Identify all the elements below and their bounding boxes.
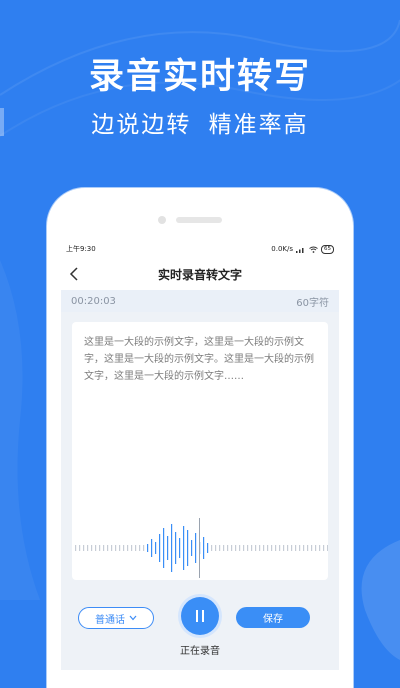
wifi-icon: [309, 246, 318, 253]
chevron-down-icon: [129, 615, 137, 621]
waveform-bar: [243, 545, 245, 551]
nav-bar: 实时录音转文字: [61, 258, 339, 290]
waveform-bar: [135, 545, 137, 551]
waveform-bar: [163, 528, 165, 568]
waveform-bar: [247, 545, 249, 551]
language-select-button[interactable]: 普通话: [78, 607, 154, 629]
waveform-bar: [267, 545, 269, 551]
waveform-bar: [191, 540, 193, 556]
waveform-bar: [115, 545, 117, 551]
waveform-bar: [95, 545, 97, 551]
waveform-bar: [131, 545, 133, 551]
waveform-bar: [155, 542, 157, 554]
waveform-bar: [87, 545, 89, 551]
waveform-bar: [83, 545, 85, 551]
waveform-bar: [311, 545, 313, 551]
waveform-bar: [151, 539, 153, 557]
waveform-bar: [275, 545, 277, 551]
waveform-bar: [259, 545, 261, 551]
pause-icon-bar-left: [196, 610, 198, 622]
waveform-bar: [223, 545, 225, 551]
recording-status-label: 正在录音: [180, 646, 220, 657]
playhead-line: [199, 518, 200, 578]
waveform-bar: [327, 545, 328, 551]
waveform-bar: [219, 545, 221, 551]
waveform-bar: [183, 526, 185, 570]
waveform-bar: [99, 545, 101, 551]
waveform-bar: [295, 545, 297, 551]
transcript-card: 这里是一大段的示例文字，这里是一大段的示例文字，这里是一大段的示例文字。这里是一…: [72, 322, 328, 580]
waveform-bar: [215, 545, 217, 551]
content-area: 这里是一大段的示例文字，这里是一大段的示例文字，这里是一大段的示例文字。这里是一…: [61, 312, 339, 670]
status-time: 上午9:30: [66, 245, 96, 253]
waveform-bar: [143, 545, 145, 551]
phone-speaker: [176, 217, 222, 223]
waveform-bar: [279, 545, 281, 551]
waveform-bar: [319, 545, 321, 551]
waveform-bar: [255, 545, 257, 551]
back-arrow-icon[interactable]: [69, 267, 81, 281]
waveform-bar: [299, 545, 301, 551]
phone-camera: [158, 216, 166, 224]
status-bar: 上午9:30 0.0K/s 65: [61, 240, 339, 258]
waveform-bar: [91, 545, 93, 551]
recording-duration: 00:20:03: [71, 295, 116, 307]
hero-subtitle: 边说边转 精准率高: [91, 112, 309, 138]
waveform-bar: [251, 545, 253, 551]
waveform-bar: [139, 545, 141, 551]
phone-screen: 上午9:30 0.0K/s 65 实时录音转文字 00:20:03 60字符 这…: [61, 240, 339, 670]
waveform-bar: [231, 545, 233, 551]
waveform-bar: [315, 545, 317, 551]
waveform-bar: [171, 524, 173, 572]
waveform-bar: [119, 545, 121, 551]
waveform-bar: [175, 532, 177, 564]
waveform-bar: [107, 545, 109, 551]
waveform-bar: [323, 545, 325, 551]
waveform-bar: [127, 545, 129, 551]
waveform-bar: [79, 545, 81, 551]
waveform-bar: [283, 545, 285, 551]
waveform-bar: [203, 537, 205, 559]
page-title: 实时录音转文字: [157, 267, 242, 282]
waveform-bar: [159, 534, 161, 562]
signal-icon: [296, 247, 304, 253]
waveform-bar: [303, 545, 305, 551]
hero-title: 录音实时转写: [88, 57, 311, 97]
waveform-bar: [207, 543, 209, 553]
save-button[interactable]: 保存: [236, 607, 310, 628]
waveform-bar: [195, 533, 197, 563]
pause-icon-bar-right: [202, 610, 204, 622]
waveform-bar: [271, 545, 273, 551]
waveform-bar: [123, 545, 125, 551]
battery-icon: 65: [321, 244, 334, 254]
waveform-bar: [287, 545, 289, 551]
phone-mockup: 上午9:30 0.0K/s 65 实时录音转文字 00:20:03 60字符 这…: [47, 188, 353, 688]
recording-info-bar: 00:20:03 60字符: [61, 290, 339, 312]
recording-controls: 普通话 正在录音 保存: [61, 590, 339, 670]
pause-button[interactable]: [181, 597, 219, 635]
character-count: 60字符: [296, 297, 329, 309]
waveform-bar: [227, 545, 229, 551]
network-speed: 0.0K/s: [271, 245, 293, 253]
waveform-bar: [103, 545, 105, 551]
waveform-bar: [235, 545, 237, 551]
waveform-bar: [211, 545, 213, 551]
status-indicators: 0.0K/s 65: [271, 244, 334, 254]
transcript-text[interactable]: 这里是一大段的示例文字，这里是一大段的示例文字，这里是一大段的示例文字。这里是一…: [84, 334, 318, 385]
waveform-bar: [307, 545, 309, 551]
waveform-bar: [179, 538, 181, 558]
waveform-bar: [167, 536, 169, 560]
waveform-bar: [263, 545, 265, 551]
waveform-bar: [75, 545, 77, 551]
waveform-bar: [111, 545, 113, 551]
audio-waveform: [75, 518, 328, 578]
language-label: 普通话: [95, 614, 125, 626]
waveform-bar: [239, 545, 241, 551]
waveform-bar: [147, 544, 149, 552]
waveform-bar: [291, 545, 293, 551]
waveform-bar: [187, 530, 189, 566]
